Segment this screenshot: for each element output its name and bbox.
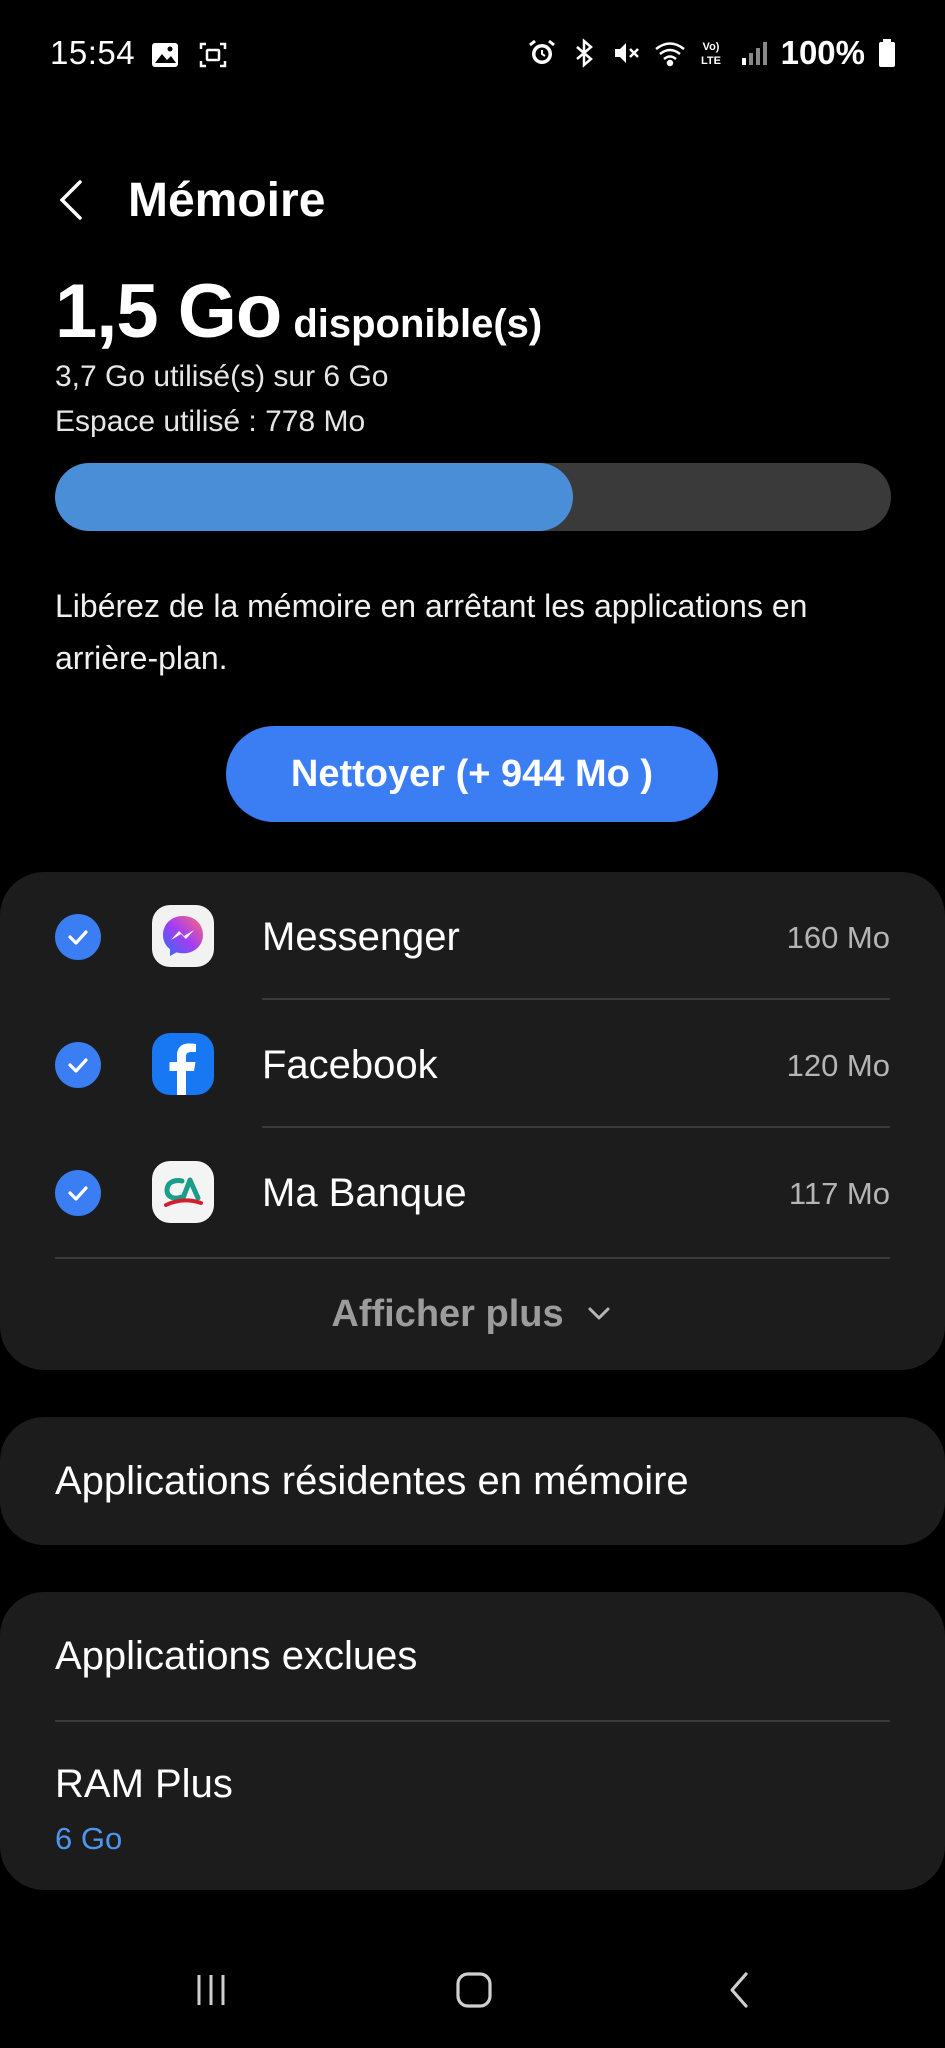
recent-apps-icon	[197, 1975, 225, 2005]
status-right-icons: Vo) LTE 100%	[527, 34, 897, 72]
show-more-button[interactable]: Afficher plus	[0, 1284, 945, 1344]
back-icon	[730, 1972, 748, 2008]
battery-icon	[877, 38, 897, 68]
ma-banque-icon	[152, 1161, 214, 1223]
section-divider	[55, 1257, 890, 1259]
chevron-left-icon	[59, 180, 82, 220]
page-title: Mémoire	[128, 174, 326, 227]
used-space-text: Espace utilisé : 778 Mo	[55, 405, 366, 438]
ram-plus-label: RAM Plus	[55, 1762, 233, 1806]
battery-percent: 100%	[780, 34, 865, 71]
screen-capture-icon	[198, 40, 228, 70]
check-icon	[68, 930, 88, 945]
status-left-icons	[150, 40, 228, 70]
memory-usage-bar	[55, 463, 891, 531]
app-name: Facebook	[262, 1043, 438, 1087]
navigation-bar	[0, 1940, 945, 2048]
app-size: 160 Mo	[786, 920, 890, 955]
memory-usage-bar-fill	[55, 463, 574, 531]
app-name: Ma Banque	[262, 1171, 467, 1215]
signal-icon	[739, 38, 769, 68]
wifi-icon	[653, 38, 685, 68]
available-label: disponible(s)	[293, 302, 543, 346]
mute-icon	[611, 38, 641, 68]
app-row-facebook[interactable]: Facebook 120 Mo	[0, 1000, 945, 1128]
show-more-label: Afficher plus	[331, 1292, 564, 1335]
description-text: Libérez de la mémoire en arrêtant les ap…	[55, 588, 808, 676]
excluded-apps-label: Applications exclues	[55, 1634, 418, 1678]
status-time: 15:54	[50, 34, 136, 71]
recent-apps-button[interactable]	[171, 1960, 251, 2020]
resident-apps-label: Applications résidentes en mémoire	[55, 1459, 689, 1503]
alarm-icon	[527, 38, 557, 68]
background-apps-card: Messenger 160 Mo Facebook 120 Mo Ma Banq…	[0, 872, 945, 1370]
home-icon	[456, 1972, 492, 2008]
status-bar: 15:54 Vo) LTE 100%	[0, 0, 945, 110]
app-row-messenger[interactable]: Messenger 160 Mo	[0, 872, 945, 1000]
home-button[interactable]	[434, 1960, 514, 2020]
messenger-icon	[152, 905, 214, 967]
used-memory-text: 3,7 Go utilisé(s) sur 6 Go	[55, 360, 389, 393]
ram-plus-item[interactable]: RAM Plus 6 Go	[0, 1722, 945, 1890]
svg-text:LTE: LTE	[701, 55, 721, 67]
header: Mémoire	[0, 170, 945, 230]
app-checkbox[interactable]	[55, 1170, 101, 1216]
volte-icon: Vo) LTE	[695, 38, 727, 68]
svg-text:Vo): Vo)	[702, 41, 719, 53]
back-nav-button[interactable]	[700, 1960, 780, 2020]
clean-button[interactable]: Nettoyer (+ 944 Mo )	[226, 726, 718, 822]
gallery-icon	[150, 40, 180, 70]
bluetooth-icon	[569, 38, 599, 68]
app-name: Messenger	[262, 915, 460, 959]
check-icon	[68, 1058, 88, 1073]
app-checkbox[interactable]	[55, 914, 101, 960]
app-size: 120 Mo	[786, 1048, 890, 1083]
check-icon	[68, 1186, 88, 1201]
app-size: 117 Mo	[788, 1176, 890, 1211]
settings-card: Applications exclues RAM Plus 6 Go	[0, 1592, 945, 1890]
ram-plus-value: 6 Go	[55, 1821, 123, 1856]
chevron-down-icon	[588, 1307, 610, 1320]
excluded-apps-item[interactable]: Applications exclues	[0, 1592, 945, 1720]
available-memory: 1,5 Go disponible(s)	[55, 268, 542, 355]
facebook-icon	[152, 1033, 214, 1095]
app-checkbox[interactable]	[55, 1042, 101, 1088]
back-button[interactable]	[52, 170, 92, 230]
app-row-ma-banque[interactable]: Ma Banque 117 Mo	[0, 1128, 945, 1256]
available-value: 1,5 Go	[55, 269, 282, 354]
resident-apps-item[interactable]: Applications résidentes en mémoire	[0, 1417, 945, 1545]
